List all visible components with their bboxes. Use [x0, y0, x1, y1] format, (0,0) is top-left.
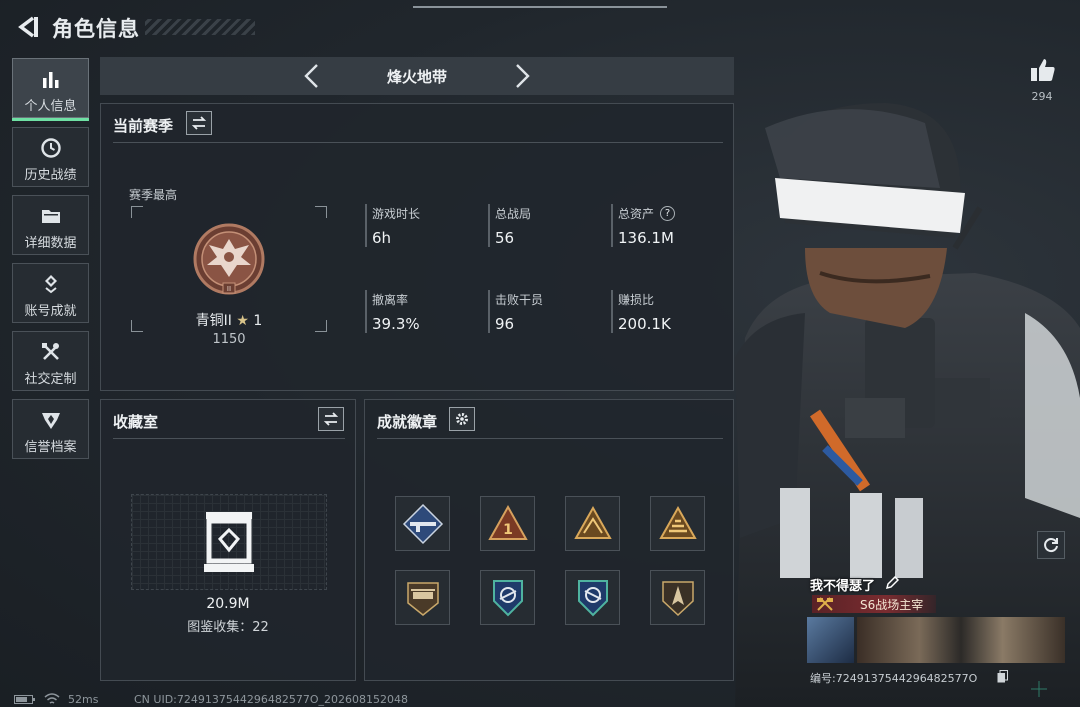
display-case-icon: [204, 512, 254, 572]
stat-extract-rate: 撤离率 39.3%: [365, 290, 420, 333]
title-decoration: [145, 19, 255, 35]
badge-rifle[interactable]: [395, 496, 450, 551]
plus-decoration-icon: [1031, 681, 1047, 697]
sidebar-item-label: 详细数据: [24, 236, 77, 251]
wifi-icon: [44, 693, 60, 704]
swap-icon: [323, 412, 339, 426]
achievements-title: 成就徽章: [377, 413, 438, 431]
folder-icon: [41, 210, 60, 223]
rank-score: 1150: [212, 332, 246, 347]
refresh-character-button[interactable]: [1037, 531, 1065, 559]
sidebar-item-label: 个人信息: [24, 99, 77, 114]
spear-badge-icon: [661, 580, 694, 616]
sidebar-item-personal-info[interactable]: 个人信息: [12, 58, 89, 121]
sidebar-item-label: 账号成就: [24, 304, 77, 319]
divider: [377, 438, 723, 439]
crossed-flags-icon: [817, 597, 833, 611]
refresh-icon: [1044, 538, 1058, 553]
collection-value: 20.9M: [206, 596, 250, 612]
svg-text:1: 1: [503, 522, 513, 538]
map-selector: 烽火地带: [100, 57, 734, 95]
chevron-right-icon[interactable]: [510, 62, 534, 90]
helicopter-badge-icon: [406, 581, 439, 616]
stack-badge-icon: [658, 505, 697, 539]
swap-icon: [191, 116, 207, 130]
sidebar-item-label: 信誉档案: [24, 440, 77, 455]
player-title-tag: S6战场主宰: [812, 595, 936, 613]
sidebar-item-achievements[interactable]: 账号成就: [12, 263, 89, 323]
collection-title: 收藏室: [113, 413, 159, 431]
back-arrow-icon[interactable]: [14, 14, 40, 40]
badge-helicopter[interactable]: [395, 570, 450, 625]
wing-badge-icon: [492, 579, 523, 616]
stat-total-assets: 总资产? 136.1M: [611, 204, 676, 247]
star-icon: ★: [236, 313, 249, 329]
rank-one-badge-icon: 1: [487, 504, 528, 540]
stat-playtime: 游戏时长 6h: [365, 204, 420, 247]
collection-count: 图鉴收集：22: [187, 620, 269, 635]
badge-wing-2[interactable]: [565, 570, 620, 625]
sidebar-item-details[interactable]: 详细数据: [12, 195, 89, 255]
achievement-settings-button[interactable]: [449, 407, 475, 431]
sidebar-item-label: 历史战绩: [24, 168, 77, 183]
badge-wing[interactable]: [480, 570, 535, 625]
shield-crest-icon: [41, 413, 60, 429]
stat-total-matches: 总战局 56: [488, 204, 531, 247]
rifle-badge-icon: [402, 503, 443, 544]
help-icon[interactable]: ?: [660, 205, 676, 221]
badge-stack[interactable]: [650, 496, 705, 551]
clock-icon: [40, 138, 61, 158]
ping-value: 52ms: [68, 693, 99, 706]
rank-name: 青铜II ★ 1: [195, 313, 263, 329]
achievements-panel: 成就徽章 1: [364, 399, 734, 681]
stat-profit-loss: 赚损比 200.1K: [611, 290, 671, 333]
wing-badge-icon-2: [577, 579, 608, 616]
character-portrait: [735, 103, 1080, 707]
map-name: 烽火地带: [386, 68, 447, 86]
sidebar-item-social-custom[interactable]: 社交定制: [12, 331, 89, 391]
thumbs-up-icon[interactable]: [1029, 56, 1057, 84]
tools-icon: [41, 343, 59, 360]
season-panel: 当前赛季 赛季最高 II 青铜II ★ 1 1150 游戏时长 6h 总战局 5…: [100, 103, 734, 391]
stat-kills: 击败干员 96: [488, 290, 543, 333]
card-banner[interactable]: [857, 617, 1065, 663]
medal-icon: [44, 275, 57, 294]
badge-spear[interactable]: [650, 570, 705, 625]
pyramid-badge-icon: [573, 505, 612, 539]
badge-pyramid[interactable]: [565, 496, 620, 551]
divider: [113, 438, 345, 439]
svg-text:II: II: [227, 285, 231, 293]
bronze-rank-emblem-icon: II: [193, 223, 265, 295]
divider: [113, 142, 723, 143]
season-title: 当前赛季: [113, 117, 174, 135]
player-name: 我不得瑟了: [810, 579, 876, 594]
swap-season-button[interactable]: [186, 111, 212, 135]
badge-rank-one[interactable]: 1: [480, 496, 535, 551]
season-best-label: 赛季最高: [129, 188, 178, 202]
sidebar-item-history[interactable]: 历史战绩: [12, 127, 89, 187]
sidebar-item-label: 社交定制: [24, 372, 77, 387]
top-handle: [413, 6, 667, 8]
bar-chart-icon: [42, 72, 58, 88]
card-thumbnail[interactable]: [807, 617, 854, 663]
collection-panel: 收藏室 20.9M 图鉴收集：22: [100, 399, 356, 681]
status-bar: 52ms CN UID:7249137544296482577O_2026081…: [0, 690, 1080, 707]
copy-icon[interactable]: [997, 670, 1008, 683]
swap-collection-button[interactable]: [318, 407, 344, 431]
player-id: 编号:7249137544296482577O: [810, 672, 978, 685]
sidebar-item-credit-record[interactable]: 信誉档案: [12, 399, 89, 459]
battery-icon: [14, 695, 35, 704]
uid-text: CN UID:7249137544296482577O_202608152048: [134, 693, 408, 706]
edit-pencil-icon[interactable]: [885, 576, 899, 590]
gear-icon: [456, 413, 468, 425]
page-title: 角色信息: [52, 17, 140, 41]
